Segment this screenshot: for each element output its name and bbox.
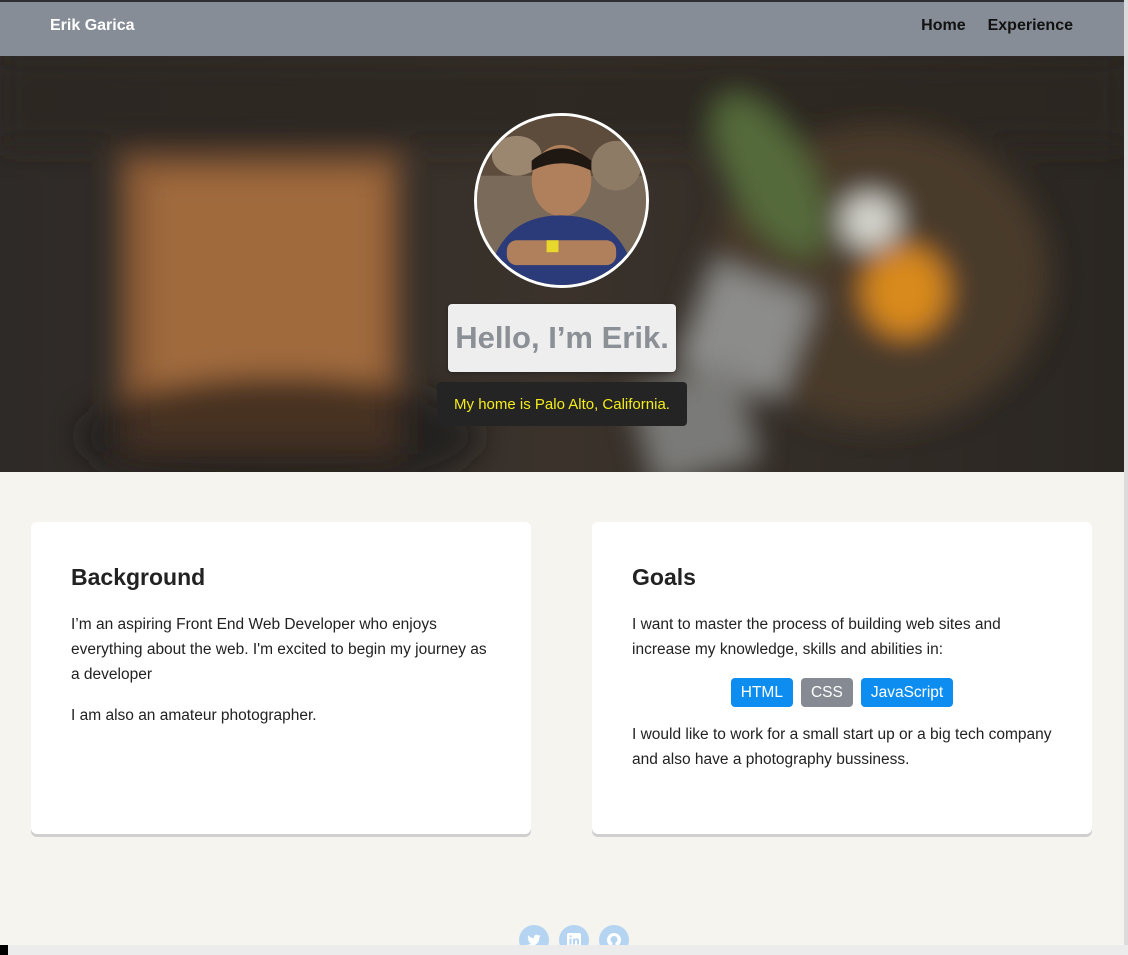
obscured-bottom-bar <box>8 945 1128 955</box>
window-edge <box>1124 0 1128 955</box>
goals-outro: I would like to work for a small start u… <box>632 726 1052 768</box>
skill-badge-javascript: JavaScript <box>860 678 954 707</box>
navbar: Erik Garica Home Experience <box>0 0 1124 56</box>
hero-section: Hello, I’m Erik. My home is Palo Alto, C… <box>0 56 1124 472</box>
brand-link[interactable]: Erik Garica <box>50 17 135 35</box>
page: Erik Garica Home Experience Hello, I’m E… <box>0 0 1128 955</box>
goals-intro: I want to master the process of building… <box>632 616 1001 658</box>
location-text: My home is Palo Alto, California. <box>437 382 687 426</box>
nav-links: Home Experience <box>921 17 1073 35</box>
profile-photo <box>474 113 649 288</box>
skill-badge-html: HTML <box>730 678 793 707</box>
goals-title: Goals <box>632 564 696 590</box>
skill-badge-css: CSS <box>800 678 853 707</box>
background-title: Background <box>71 564 206 590</box>
background-card: Background I’m an aspiring Front End Web… <box>31 522 531 834</box>
skills-list: HTML CSS JavaScript <box>632 678 1052 707</box>
greeting-heading: Hello, I’m Erik. <box>448 304 676 372</box>
nav-home-link[interactable]: Home <box>921 17 965 35</box>
nav-experience-link[interactable]: Experience <box>988 17 1073 35</box>
background-paragraph: I’m an aspiring Front End Web Developer … <box>71 616 487 683</box>
background-paragraph: I am also an amateur photographer. <box>71 707 317 724</box>
window-corner <box>0 945 8 955</box>
goals-card: Goals I want to master the process of bu… <box>592 522 1092 834</box>
